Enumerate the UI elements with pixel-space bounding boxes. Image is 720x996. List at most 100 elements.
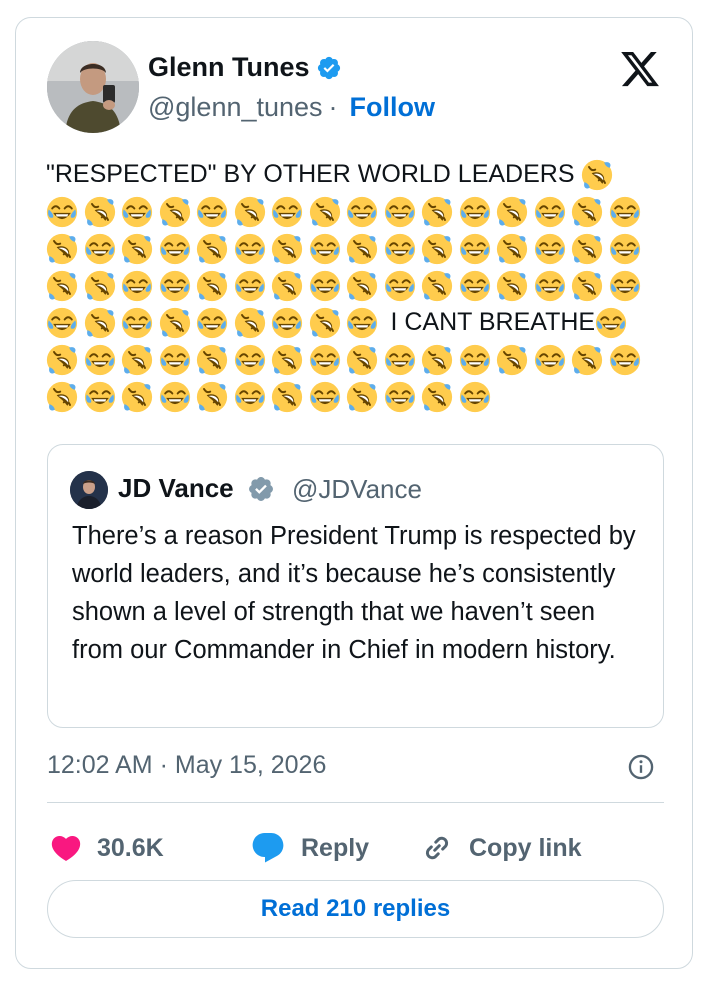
rolling-on-floor-laughing-emoji-icon — [121, 344, 153, 376]
verified-badge-icon — [317, 56, 340, 79]
quoted-tweet-text: There’s a reason President Trump is resp… — [72, 522, 636, 664]
tears-of-joy-emoji-icon — [46, 196, 78, 228]
quoted-tweet[interactable]: JD Vance @JDVance There’s a reason Presi… — [47, 444, 664, 728]
tears-of-joy-emoji-icon — [159, 381, 191, 413]
tears-of-joy-emoji-icon — [309, 233, 341, 265]
tears-of-joy-emoji-icon — [84, 381, 116, 413]
tears-of-joy-emoji-icon — [534, 233, 566, 265]
rolling-on-floor-laughing-emoji-icon — [421, 270, 453, 302]
rolling-on-floor-laughing-emoji-icon — [196, 344, 228, 376]
rolling-on-floor-laughing-emoji-icon — [84, 196, 116, 228]
rolling-on-floor-laughing-emoji-icon — [121, 233, 153, 265]
x-logo-icon[interactable] — [618, 48, 662, 90]
tears-of-joy-emoji-icon — [309, 270, 341, 302]
tears-of-joy-emoji-icon — [196, 196, 228, 228]
rolling-on-floor-laughing-emoji-icon — [496, 270, 528, 302]
timestamp-separator: · — [159, 751, 168, 779]
tears-of-joy-emoji-icon — [159, 270, 191, 302]
rolling-on-floor-laughing-emoji-icon — [421, 381, 453, 413]
tears-of-joy-emoji-icon — [309, 344, 341, 376]
rolling-on-floor-laughing-emoji-icon — [346, 233, 378, 265]
rolling-on-floor-laughing-emoji-icon — [196, 233, 228, 265]
rolling-on-floor-laughing-emoji-icon — [421, 196, 453, 228]
tears-of-joy-emoji-icon — [609, 196, 641, 228]
action-bar: 30.6K Reply Copy link — [47, 823, 664, 873]
rolling-on-floor-laughing-emoji-icon — [46, 233, 78, 265]
tears-of-joy-emoji-icon — [595, 307, 627, 339]
tweet-text: "RESPECTED" BY OTHER WORLD LEADERS I CAN… — [46, 156, 662, 415]
tears-of-joy-emoji-icon — [609, 270, 641, 302]
tears-of-joy-emoji-icon — [196, 307, 228, 339]
tweet-line — [46, 230, 662, 267]
rolling-on-floor-laughing-emoji-icon — [271, 381, 303, 413]
tweet-line: I CANT BREATHE — [46, 304, 662, 341]
author-avatar[interactable] — [47, 41, 139, 133]
author-photo — [47, 41, 139, 133]
tears-of-joy-emoji-icon — [384, 270, 416, 302]
tears-of-joy-emoji-icon — [234, 344, 266, 376]
tears-of-joy-emoji-icon — [609, 233, 641, 265]
tears-of-joy-emoji-icon — [84, 344, 116, 376]
rolling-on-floor-laughing-emoji-icon — [234, 196, 266, 228]
tears-of-joy-emoji-icon — [346, 307, 378, 339]
tears-of-joy-emoji-icon — [384, 196, 416, 228]
tweet-line: "RESPECTED" BY OTHER WORLD LEADERS — [46, 156, 662, 193]
tears-of-joy-emoji-icon — [159, 344, 191, 376]
reply-bubble-icon — [252, 833, 284, 863]
tears-of-joy-emoji-icon — [384, 233, 416, 265]
rolling-on-floor-laughing-emoji-icon — [84, 307, 116, 339]
tears-of-joy-emoji-icon — [459, 233, 491, 265]
tears-of-joy-emoji-icon — [234, 233, 266, 265]
author-handle[interactable]: @glenn_tunes — [148, 92, 323, 123]
like-count: 30.6K — [97, 833, 164, 862]
rolling-on-floor-laughing-emoji-icon — [421, 233, 453, 265]
rolling-on-floor-laughing-emoji-icon — [571, 270, 603, 302]
rolling-on-floor-laughing-emoji-icon — [571, 233, 603, 265]
tears-of-joy-emoji-icon — [609, 344, 641, 376]
rolling-on-floor-laughing-emoji-icon — [234, 307, 266, 339]
like-button[interactable]: 30.6K — [49, 823, 164, 873]
tears-of-joy-emoji-icon — [121, 196, 153, 228]
tears-of-joy-emoji-icon — [121, 270, 153, 302]
author-name[interactable]: Glenn Tunes — [148, 52, 310, 83]
rolling-on-floor-laughing-emoji-icon — [571, 344, 603, 376]
tweet-card: Glenn Tunes @glenn_tunes · Follow "RESPE… — [15, 17, 693, 969]
tears-of-joy-emoji-icon — [84, 233, 116, 265]
tweet-text-segment: I CANT BREATHE — [383, 308, 596, 336]
tears-of-joy-emoji-icon — [459, 196, 491, 228]
divider — [47, 802, 664, 803]
handle-separator: · — [328, 92, 338, 122]
rolling-on-floor-laughing-emoji-icon — [496, 344, 528, 376]
tweet-line — [46, 267, 662, 304]
rolling-on-floor-laughing-emoji-icon — [84, 270, 116, 302]
rolling-on-floor-laughing-emoji-icon — [196, 381, 228, 413]
rolling-on-floor-laughing-emoji-icon — [346, 344, 378, 376]
rolling-on-floor-laughing-emoji-icon — [496, 196, 528, 228]
copy-link-label: Copy link — [469, 833, 582, 862]
timestamp-row[interactable]: 12:02 AM · May 15, 2026 — [47, 751, 326, 780]
tears-of-joy-emoji-icon — [459, 344, 491, 376]
tears-of-joy-emoji-icon — [459, 270, 491, 302]
rolling-on-floor-laughing-emoji-icon — [571, 196, 603, 228]
tears-of-joy-emoji-icon — [459, 381, 491, 413]
read-replies-button[interactable]: Read 210 replies — [47, 880, 664, 938]
rolling-on-floor-laughing-emoji-icon — [309, 307, 341, 339]
rolling-on-floor-laughing-emoji-icon — [46, 344, 78, 376]
info-icon[interactable] — [627, 753, 655, 781]
rolling-on-floor-laughing-emoji-icon — [121, 381, 153, 413]
reply-label: Reply — [301, 833, 370, 862]
heart-icon — [51, 835, 81, 861]
tweet-time: 12:02 AM — [47, 751, 153, 779]
follow-button[interactable]: Follow — [350, 92, 435, 123]
tears-of-joy-emoji-icon — [534, 196, 566, 228]
tears-of-joy-emoji-icon — [346, 196, 378, 228]
copy-link-button[interactable]: Copy link — [419, 823, 582, 873]
rolling-on-floor-laughing-emoji-icon — [46, 381, 78, 413]
quoted-author-name: JD Vance — [118, 473, 234, 503]
tears-of-joy-emoji-icon — [234, 270, 266, 302]
rolling-on-floor-laughing-emoji-icon — [159, 196, 191, 228]
reply-button[interactable]: Reply — [249, 823, 369, 873]
tears-of-joy-emoji-icon — [384, 381, 416, 413]
quoted-avatar-photo — [70, 471, 108, 509]
gray-verified-badge-icon — [249, 477, 273, 501]
